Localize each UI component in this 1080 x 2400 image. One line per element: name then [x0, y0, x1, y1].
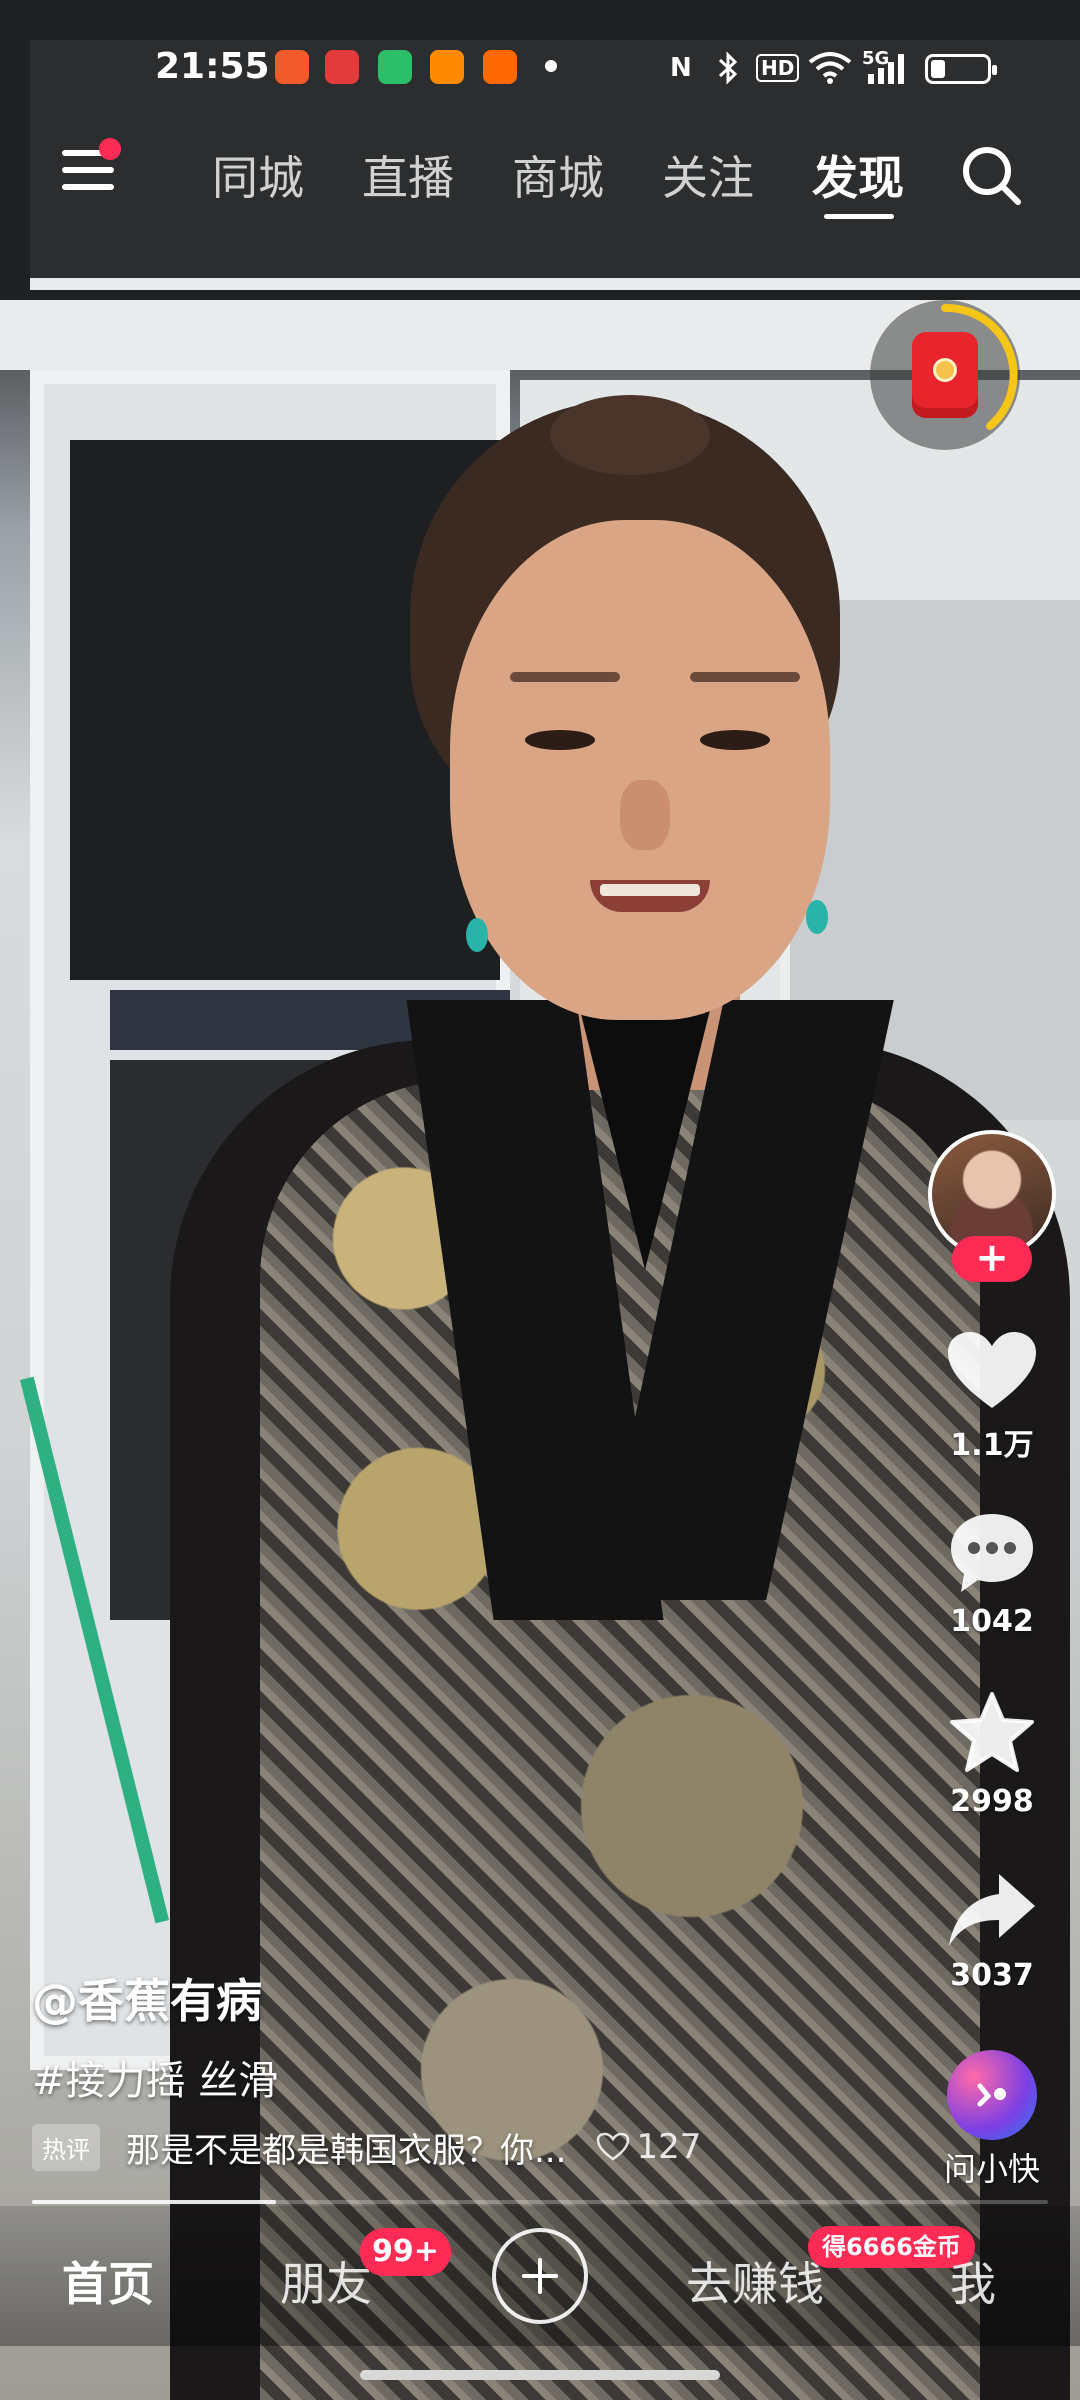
friends-badge: 99+ — [360, 2228, 451, 2276]
tab-home[interactable]: 首页 — [62, 2248, 154, 2314]
earring-left — [466, 918, 488, 952]
wifi-icon — [808, 48, 852, 88]
network-label: 5G — [862, 48, 890, 69]
nfc-icon: N — [670, 48, 692, 88]
more-notifications-dot — [545, 60, 557, 72]
status-bar: 21:55 N HD 5G — [0, 0, 1080, 130]
eyebrow-left — [510, 672, 620, 682]
share-count: 3037 — [950, 1958, 1034, 1993]
tab-following[interactable]: 关注 — [662, 142, 754, 208]
heart-outline-icon — [597, 2132, 630, 2161]
battery-level — [931, 60, 945, 78]
favorite-count: 2998 — [950, 1784, 1034, 1819]
top-nav: 同城 直播 商城 关注 发现 — [0, 130, 1080, 230]
comment-icon — [951, 1514, 1033, 1592]
like-count: 1.1万 — [950, 1428, 1034, 1463]
hair-bun — [550, 395, 710, 475]
app-icon-3 — [378, 50, 412, 84]
red-packet-timer[interactable] — [870, 300, 1020, 450]
tab-tongcheng[interactable]: 同城 — [212, 142, 304, 208]
comment-count: 1042 — [950, 1604, 1034, 1639]
menu-notification-dot — [99, 138, 121, 160]
favorite-button[interactable]: 2998 — [930, 1690, 1054, 1819]
hd-icon: HD — [756, 48, 800, 88]
eye-left — [525, 730, 595, 750]
tab-earn-money[interactable]: 去赚钱 — [686, 2248, 824, 2314]
bottom-tab-bar: 首页 朋友 99+ 去赚钱 得6666金币 我 — [0, 2206, 1080, 2346]
teeth — [600, 884, 700, 896]
battery-icon — [925, 54, 997, 84]
earring-right — [806, 900, 828, 934]
tab-me[interactable]: 我 — [950, 2248, 996, 2314]
nfc-label: N — [670, 53, 692, 83]
tab-mall[interactable]: 商城 — [512, 142, 604, 208]
tab-live[interactable]: 直播 — [362, 142, 454, 208]
share-arrow-icon — [949, 1874, 1035, 1946]
ai-assistant-icon — [947, 2050, 1037, 2140]
hot-comment[interactable]: 热评 那是不是都是韩国衣服？你... 127 — [32, 2122, 701, 2172]
search-icon[interactable] — [958, 142, 1024, 208]
star-icon — [950, 1692, 1034, 1772]
eyebrow-right — [690, 672, 800, 682]
create-post-button[interactable] — [492, 2228, 588, 2324]
coin-icon — [933, 358, 957, 382]
hot-comment-tag: 热评 — [32, 2123, 100, 2171]
hot-comment-likes: 127 — [596, 2127, 701, 2167]
hd-label: HD — [756, 54, 800, 82]
plus-icon — [522, 2258, 558, 2294]
cellular-signal-icon: 5G — [862, 48, 912, 88]
author-name[interactable]: @香蕉有病 — [32, 1965, 262, 2031]
video-progress-fill — [32, 2200, 276, 2204]
hot-comment-like-count: 127 — [636, 2127, 702, 2167]
like-button[interactable]: 1.1万 — [930, 1330, 1054, 1464]
active-tab-indicator — [824, 214, 894, 219]
ai-assistant-button[interactable]: 问小快 — [930, 2050, 1054, 2190]
bluetooth-icon — [716, 48, 740, 88]
share-button[interactable]: 3037 — [930, 1870, 1054, 1993]
app-icon-4 — [430, 50, 464, 84]
tab-friends[interactable]: 朋友 — [280, 2248, 372, 2314]
app-icon-2 — [325, 50, 359, 84]
eye-right — [700, 730, 770, 750]
video-caption[interactable]: #接力摇 丝滑 — [32, 2048, 278, 2106]
home-indicator[interactable] — [360, 2370, 720, 2380]
status-time: 21:55 — [155, 46, 270, 87]
hot-comment-text: 那是不是都是韩国衣服？你... — [126, 2130, 567, 2171]
app-icon-1 — [275, 50, 309, 84]
tab-discover[interactable]: 发现 — [812, 142, 904, 208]
comment-button[interactable]: 1042 — [930, 1510, 1054, 1639]
video-progress-bar[interactable] — [32, 2200, 1048, 2204]
face — [450, 520, 830, 1020]
heart-icon — [948, 1332, 1036, 1408]
nose — [620, 780, 670, 850]
follow-button[interactable]: + — [952, 1236, 1032, 1282]
ai-assistant-label: 问小快 — [943, 2150, 1040, 2188]
app-icon-5 — [483, 50, 517, 84]
